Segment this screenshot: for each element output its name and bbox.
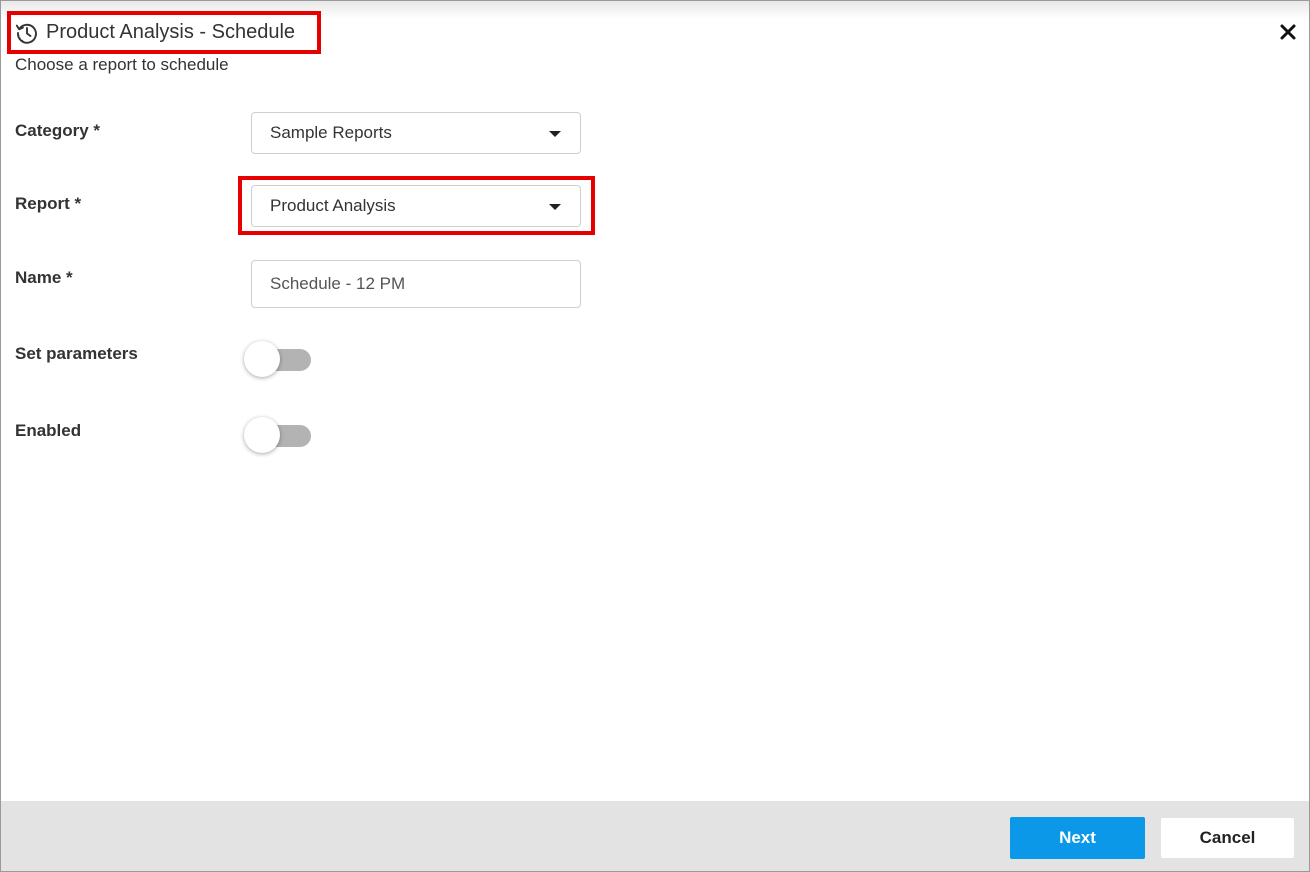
set-parameters-toggle[interactable] [244,339,314,379]
enabled-label: Enabled [15,421,82,440]
close-button[interactable] [1275,19,1301,45]
next-button[interactable]: Next [1010,817,1145,859]
set-parameters-label: Set parameters [15,344,138,363]
schedule-dialog: Product Analysis - Schedule Choose a rep… [0,0,1310,872]
enabled-toggle[interactable] [244,415,314,455]
dialog-header-title: Product Analysis - Schedule [7,11,321,54]
name-input[interactable] [251,260,581,308]
dialog-subtitle: Choose a report to schedule [15,55,229,74]
caret-down-icon [549,204,561,210]
name-label: Name * [15,268,73,287]
caret-down-icon [549,131,561,137]
report-selected-value: Product Analysis [270,196,396,215]
category-selected-value: Sample Reports [270,123,392,142]
report-label: Report * [15,194,82,213]
category-label: Category * [15,121,101,140]
dialog-title: Product Analysis - Schedule [46,21,296,43]
dialog-footer: Next Cancel [1,801,1309,871]
toggle-knob [244,341,280,377]
history-icon [15,21,39,45]
cancel-button[interactable]: Cancel [1161,818,1294,858]
report-dropdown[interactable]: Product Analysis [251,185,581,227]
close-icon [1280,24,1296,40]
category-dropdown[interactable]: Sample Reports [251,112,581,154]
toggle-knob [244,417,280,453]
